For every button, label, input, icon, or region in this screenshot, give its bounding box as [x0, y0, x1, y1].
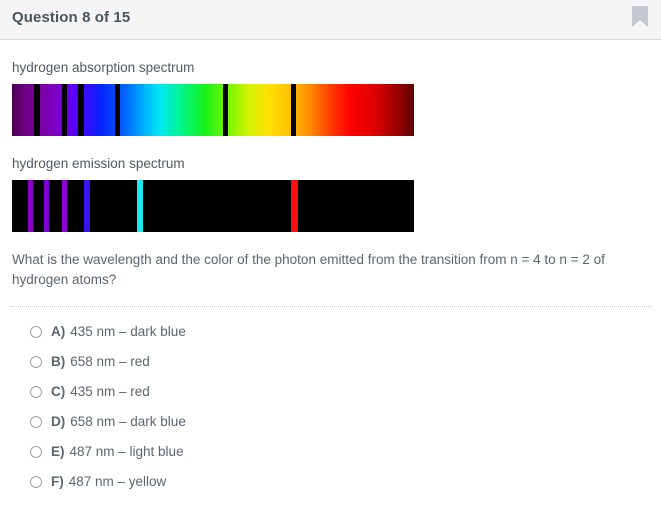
- option-label: 435 nm – red: [70, 384, 150, 399]
- answer-option-e[interactable]: E) 487 nm – light blue: [0, 437, 661, 467]
- absorption-line-3: [114, 84, 121, 136]
- answer-option-f[interactable]: F) 487 nm – yellow: [0, 467, 661, 497]
- answer-option-b[interactable]: B) 658 nm – red: [0, 347, 661, 377]
- option-label: 487 nm – light blue: [69, 444, 184, 459]
- option-letter: D): [51, 414, 66, 429]
- absorption-spectrum-image: [12, 84, 414, 136]
- option-letter: B): [51, 354, 66, 369]
- absorption-line-1: [62, 84, 68, 136]
- option-label: 658 nm – dark blue: [70, 414, 186, 429]
- radio-button-c[interactable]: [30, 386, 42, 398]
- radio-button-b[interactable]: [30, 356, 42, 368]
- question-prompt: What is the wavelength and the color of …: [12, 252, 605, 287]
- option-letter: C): [51, 384, 66, 399]
- question-body: hydrogen absorption spectrum hydrogen em…: [0, 40, 661, 497]
- absorption-line-4: [223, 84, 228, 136]
- option-letter: A): [51, 324, 66, 339]
- absorption-spectrum-label: hydrogen absorption spectrum: [12, 60, 195, 75]
- question-header: Question 8 of 15: [0, 0, 661, 40]
- absorption-line-5: [291, 84, 297, 136]
- page-title: Question 8 of 15: [12, 9, 131, 26]
- radio-button-d[interactable]: [30, 416, 42, 428]
- emission-line-2: [62, 180, 68, 232]
- emission-line-1: [44, 180, 49, 232]
- answer-option-a[interactable]: A) 435 nm – dark blue: [0, 317, 661, 347]
- option-label: 435 nm – dark blue: [70, 324, 186, 339]
- visible-spectrum-gradient: [12, 84, 414, 136]
- option-label: 658 nm – red: [70, 354, 150, 369]
- option-letter: F): [51, 474, 64, 489]
- emission-spectrum-image: [12, 180, 414, 232]
- option-letter: E): [51, 444, 65, 459]
- bookmark-icon[interactable]: [632, 6, 648, 27]
- emission-background: [12, 180, 414, 232]
- answer-option-d[interactable]: D) 658 nm – dark blue: [0, 407, 661, 437]
- emission-spectrum-block: hydrogen emission spectrum: [0, 136, 661, 232]
- emission-line-4: [136, 180, 144, 232]
- emission-spectrum-label: hydrogen emission spectrum: [12, 156, 185, 171]
- emission-line-3: [84, 180, 90, 232]
- emission-line-5: [291, 180, 298, 232]
- radio-button-e[interactable]: [30, 446, 42, 458]
- option-label: 487 nm – yellow: [68, 474, 167, 489]
- absorption-spectrum-block: hydrogen absorption spectrum: [0, 40, 661, 136]
- answer-options-list: A) 435 nm – dark blue B) 658 nm – red C) 435 …: [0, 307, 661, 497]
- radio-button-f[interactable]: [30, 476, 42, 488]
- radio-button-a[interactable]: [30, 326, 42, 338]
- emission-line-0: [28, 180, 33, 232]
- answer-option-c[interactable]: C) 435 nm – red: [0, 377, 661, 407]
- absorption-line-2: [78, 84, 85, 136]
- absorption-line-0: [34, 84, 41, 136]
